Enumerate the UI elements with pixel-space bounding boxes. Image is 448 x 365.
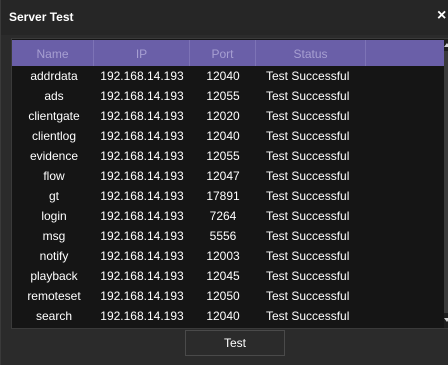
cell-name: notify bbox=[39, 249, 69, 263]
cell-status: Test Successful bbox=[266, 109, 350, 123]
cell-port: 12047 bbox=[206, 169, 240, 183]
cell-ip: 192.168.14.193 bbox=[100, 89, 184, 103]
cell-name: flow bbox=[43, 169, 65, 183]
cell-port: 7264 bbox=[209, 209, 237, 223]
table-row[interactable]: notify 192.168.14.193 12003 Test Successful bbox=[12, 246, 444, 266]
cell-name: ads bbox=[44, 89, 64, 103]
cell-port: 12040 bbox=[206, 69, 240, 83]
cell-name: msg bbox=[42, 229, 66, 243]
table-row[interactable]: ads 192.168.14.193 12055 Test Successful bbox=[12, 86, 444, 106]
scroll-up-icon[interactable] bbox=[444, 43, 448, 47]
cell-status: Test Successful bbox=[266, 129, 350, 143]
column-header-port[interactable]: Port bbox=[190, 40, 256, 66]
scroll-thumb[interactable] bbox=[444, 51, 448, 313]
cell-ip: 192.168.14.193 bbox=[100, 269, 184, 283]
cell-name: gt bbox=[48, 189, 59, 203]
cell-status: Test Successful bbox=[266, 249, 350, 263]
cell-port: 17891 bbox=[206, 189, 240, 203]
table-row[interactable]: gt 192.168.14.193 17891 Test Successful bbox=[12, 186, 444, 206]
table-header: Name IP Port Status bbox=[12, 40, 444, 66]
cell-status: Test Successful bbox=[266, 229, 350, 243]
cell-status: Test Successful bbox=[266, 289, 350, 303]
cell-name: playback bbox=[30, 269, 78, 283]
cell-name: login bbox=[41, 209, 67, 223]
cell-ip: 192.168.14.193 bbox=[100, 149, 184, 163]
cell-status: Test Successful bbox=[266, 169, 350, 183]
cell-port: 12040 bbox=[206, 309, 240, 323]
cell-ip: 192.168.14.193 bbox=[100, 249, 184, 263]
table-row[interactable]: playback 192.168.14.193 12045 Test Successf… bbox=[12, 266, 444, 286]
scroll-down-icon[interactable] bbox=[444, 318, 448, 322]
cell-status: Test Successful bbox=[266, 309, 350, 323]
table-row[interactable]: addrdata 192.168.14.193 12040 Test Successf… bbox=[12, 66, 444, 86]
cell-ip: 192.168.14.193 bbox=[100, 209, 184, 223]
cell-port: 12055 bbox=[206, 149, 240, 163]
cell-ip: 192.168.14.193 bbox=[100, 189, 184, 203]
cell-ip: 192.168.14.193 bbox=[100, 69, 184, 83]
column-header-status[interactable]: Status bbox=[256, 40, 366, 66]
server-table: Name IP Port Status addrdata 192.168.14.1… bbox=[11, 38, 448, 329]
cell-port: 12055 bbox=[206, 89, 240, 103]
cell-ip: 192.168.14.193 bbox=[100, 309, 184, 323]
cell-name: remoteset bbox=[27, 289, 81, 303]
table-row[interactable]: clientlog 192.168.14.193 12040 Test Success… bbox=[12, 126, 444, 146]
table-row[interactable]: login 192.168.14.193 7264 Test Successful bbox=[12, 206, 444, 226]
cell-port: 12020 bbox=[206, 109, 240, 123]
cell-name: search bbox=[35, 309, 73, 323]
server-test-dialog: Server Test × Name IP Port Status addrda… bbox=[0, 0, 448, 365]
table-row[interactable]: clientgate 192.168.14.193 12020 Test Succes… bbox=[12, 106, 444, 126]
table-body: addrdata 192.168.14.193 12040 Test Successf… bbox=[12, 66, 444, 326]
column-header-ip[interactable]: IP bbox=[94, 40, 190, 66]
cell-status: Test Successful bbox=[266, 269, 350, 283]
cell-ip: 192.168.14.193 bbox=[100, 129, 184, 143]
cell-ip: 192.168.14.193 bbox=[100, 169, 184, 183]
cell-port: 5556 bbox=[209, 229, 237, 243]
cell-ip: 192.168.14.193 bbox=[100, 109, 184, 123]
test-button[interactable]: Test bbox=[185, 330, 285, 356]
cell-name: evidence bbox=[29, 149, 79, 163]
table-row[interactable]: remoteset 192.168.14.193 12050 Test Success… bbox=[12, 286, 444, 306]
dialog-title: Server Test bbox=[9, 10, 74, 24]
cell-name: clientgate bbox=[28, 109, 80, 123]
cell-status: Test Successful bbox=[266, 89, 350, 103]
cell-name: addrdata bbox=[30, 69, 78, 83]
table-row[interactable]: flow 192.168.14.193 12047 Test Successful bbox=[12, 166, 444, 186]
cell-ip: 192.168.14.193 bbox=[100, 289, 184, 303]
table-row[interactable]: evidence 192.168.14.193 12055 Test Successf… bbox=[12, 146, 444, 166]
cell-status: Test Successful bbox=[266, 209, 350, 223]
cell-status: Test Successful bbox=[266, 69, 350, 83]
cell-name: clientlog bbox=[31, 129, 77, 143]
close-icon[interactable]: × bbox=[437, 8, 446, 24]
vertical-scrollbar[interactable] bbox=[444, 39, 448, 328]
title-bar: Server Test × bbox=[1, 0, 448, 35]
table-row[interactable]: search 192.168.14.193 12040 Test Successful bbox=[12, 306, 444, 326]
cell-port: 12040 bbox=[206, 129, 240, 143]
cell-status: Test Successful bbox=[266, 149, 350, 163]
cell-port: 12045 bbox=[206, 269, 240, 283]
cell-status: Test Successful bbox=[266, 189, 350, 203]
cell-ip: 192.168.14.193 bbox=[100, 229, 184, 243]
cell-port: 12003 bbox=[206, 249, 240, 263]
cell-port: 12050 bbox=[206, 289, 240, 303]
table-row[interactable]: msg 192.168.14.193 5556 Test Successful bbox=[12, 226, 444, 246]
column-header-name[interactable]: Name bbox=[12, 40, 94, 66]
